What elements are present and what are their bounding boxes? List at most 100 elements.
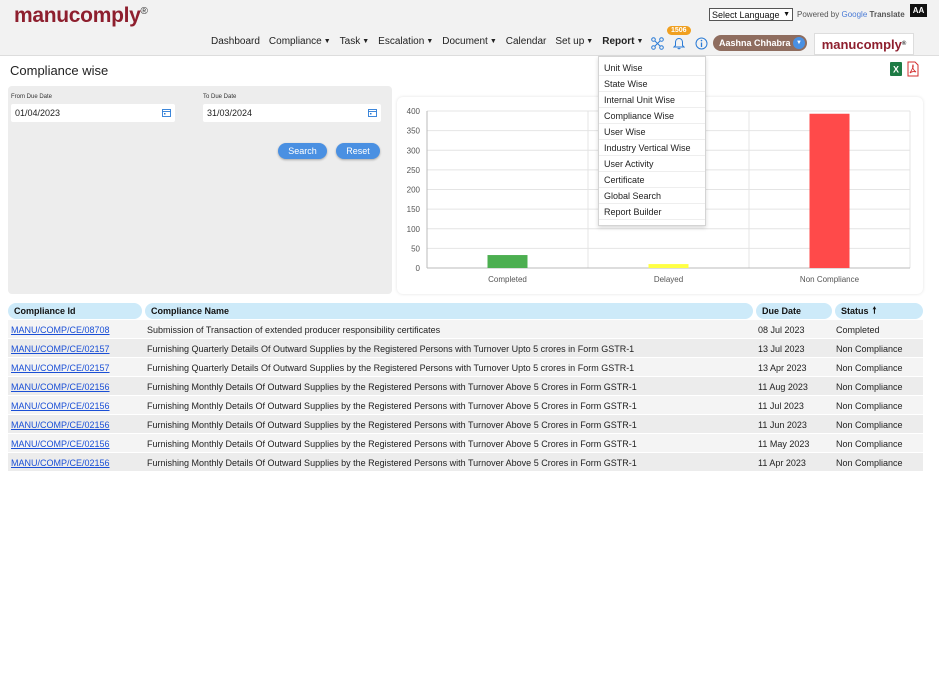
table-row: MANU/COMP/CE/02156 Furnishing Monthly Det… — [8, 396, 923, 415]
user-menu[interactable]: Aashna Chhabra ▼ — [713, 35, 807, 51]
filter-panel: From Due Date 01/04/2023 To Due Date 31/… — [8, 86, 392, 294]
pdf-icon[interactable] — [906, 61, 920, 77]
google-label: Google — [841, 10, 868, 19]
compliance-name-cell: Furnishing Quarterly Details Of Outward … — [147, 362, 635, 373]
status-cell: Non Compliance — [836, 457, 903, 468]
main-nav: Dashboard Compliance ▼ Task ▼ Escalation ▼ … — [211, 36, 652, 47]
calendar-icon[interactable] — [368, 108, 377, 117]
status-cell: Non Compliance — [836, 438, 903, 449]
brand-logo-registered-mark: ® — [901, 41, 907, 47]
chart-y-tick-label: 150 — [407, 205, 421, 214]
nav-escalation[interactable]: Escalation ▼ — [378, 36, 433, 47]
brand-logo-text: manucomply — [821, 36, 902, 52]
compliance-id-link[interactable]: MANU/COMP/CE/02157 — [11, 339, 110, 358]
compliance-id-link[interactable]: MANU/COMP/CE/02156 — [11, 415, 110, 434]
search-button[interactable]: Search — [278, 143, 327, 159]
report-menu-item[interactable]: Certificate — [599, 172, 705, 188]
nav-dashboard[interactable]: Dashboard — [211, 36, 260, 47]
nav-calendar[interactable]: Calendar — [506, 36, 547, 47]
google-translate-widget: Select Language ▼ Powered by Google Tran… — [709, 8, 905, 21]
report-menu-item[interactable]: Report Builder — [599, 204, 705, 220]
report-menu-item[interactable]: User Wise — [599, 124, 705, 140]
header-compliance-id[interactable]: Compliance Id — [8, 303, 142, 319]
header-compliance-name[interactable]: Compliance Name — [145, 303, 753, 319]
compliance-id-link[interactable]: MANU/COMP/CE/08708 — [11, 320, 110, 339]
caret-down-icon: ▼ — [362, 38, 370, 45]
compliance-name-cell: Furnishing Monthly Details Of Outward Su… — [147, 419, 637, 430]
manucomply-logo[interactable]: manucomply® — [14, 4, 148, 28]
status-cell: Non Compliance — [836, 419, 903, 430]
chart-y-tick-label: 200 — [407, 186, 421, 195]
to-date-group: To Due Date 31/03/2024 — [203, 94, 381, 122]
report-menu-item[interactable]: Industry Vertical Wise — [599, 140, 705, 156]
to-date-label: To Due Date — [203, 94, 237, 100]
due-date-cell: 11 May 2023 — [758, 438, 810, 449]
nav-task[interactable]: Task ▼ — [340, 36, 370, 47]
network-icon[interactable] — [650, 36, 664, 50]
nav-setup[interactable]: Set up ▼ — [555, 36, 593, 47]
info-icon[interactable] — [694, 36, 708, 50]
due-date-cell: 11 Aug 2023 — [758, 381, 808, 392]
app-root: manucomply® Select Language ▼ Powered by… — [0, 0, 939, 688]
compliance-name-cell: Furnishing Quarterly Details Of Outward … — [147, 343, 635, 354]
due-date-cell: 08 Jul 2023 — [758, 324, 805, 335]
nav-label: Document — [442, 36, 488, 47]
compliance-id-link[interactable]: MANU/COMP/CE/02157 — [11, 358, 110, 377]
table-header: Compliance Id Compliance Name Due Date S… — [8, 303, 923, 319]
compliance-id-link[interactable]: MANU/COMP/CE/02156 — [11, 377, 110, 396]
chart-bar — [648, 264, 689, 268]
language-select[interactable]: Select Language ▼ — [709, 8, 793, 21]
from-date-label: From Due Date — [11, 94, 53, 100]
table-row: MANU/COMP/CE/02157 Furnishing Quarterly D… — [8, 339, 923, 358]
reset-button[interactable]: Reset — [336, 143, 380, 159]
chart-y-tick-label: 50 — [411, 244, 420, 253]
user-name: Aashna Chhabra — [719, 38, 791, 48]
powered-by-text: Powered by Google Translate — [797, 10, 905, 19]
powered-by-label: Powered by — [797, 10, 840, 19]
compliance-id-link[interactable]: MANU/COMP/CE/02156 — [11, 396, 110, 415]
chart-y-tick-label: 250 — [407, 166, 421, 175]
caret-down-icon: ▼ — [586, 38, 594, 45]
nav-label: Dashboard — [211, 36, 260, 47]
table-row: MANU/COMP/CE/02156 Furnishing Monthly Det… — [8, 377, 923, 396]
due-date-cell: 13 Jul 2023 — [758, 343, 805, 354]
due-date-cell: 11 Jun 2023 — [758, 419, 807, 430]
nav-report[interactable]: Report ▼ — [602, 36, 643, 47]
nav-label: Task — [339, 36, 361, 47]
from-date-value: 01/04/2023 — [15, 108, 61, 118]
caret-down-icon: ▼ — [636, 38, 644, 45]
chevron-down-icon: ▼ — [783, 11, 790, 18]
compliance-id-link[interactable]: MANU/COMP/CE/02156 — [11, 453, 110, 472]
chart-bar — [809, 113, 850, 268]
excel-icon[interactable]: X — [889, 61, 903, 77]
report-menu-item[interactable]: Internal Unit Wise — [599, 92, 705, 108]
nav-label: Calendar — [505, 36, 547, 47]
report-menu-item[interactable]: State Wise — [599, 76, 705, 92]
svg-text:X: X — [893, 65, 899, 75]
nav-document[interactable]: Document ▼ — [442, 36, 497, 47]
bell-icon[interactable] — [672, 36, 686, 50]
report-menu-item[interactable]: Unit Wise — [599, 60, 705, 76]
nav-compliance[interactable]: Compliance ▼ — [269, 36, 331, 47]
compliance-name-cell: Furnishing Monthly Details Of Outward Su… — [147, 457, 637, 468]
report-menu-item[interactable]: Global Search — [599, 188, 705, 204]
table-row: MANU/COMP/CE/02156 Furnishing Monthly Det… — [8, 415, 923, 434]
header-status[interactable]: Status 🠕 — [835, 303, 923, 319]
notification-count-badge: 1506 — [667, 26, 691, 35]
table-body: MANU/COMP/CE/08708 Submission of Transact… — [8, 320, 923, 472]
from-date-input[interactable]: 01/04/2023 — [11, 104, 175, 122]
compliance-name-cell: Furnishing Monthly Details Of Outward Su… — [147, 400, 637, 411]
chart-x-tick-label: Delayed — [654, 275, 683, 284]
calendar-icon[interactable] — [162, 108, 171, 117]
report-dropdown-menu: Unit Wise State Wise Internal Unit Wise Com… — [598, 56, 706, 226]
chevron-down-icon: ▼ — [793, 37, 805, 49]
due-date-cell: 11 Jul 2023 — [758, 400, 804, 411]
header-due-date[interactable]: Due Date — [756, 303, 832, 319]
report-menu-item[interactable]: User Activity — [599, 156, 705, 172]
compliance-id-link[interactable]: MANU/COMP/CE/02156 — [11, 434, 110, 453]
font-size-button[interactable]: AA — [910, 4, 927, 17]
report-menu-item[interactable]: Compliance Wise — [599, 108, 705, 124]
chart-y-tick-label: 100 — [407, 225, 421, 234]
to-date-input[interactable]: 31/03/2024 — [203, 104, 381, 122]
caret-down-icon: ▼ — [489, 38, 497, 45]
